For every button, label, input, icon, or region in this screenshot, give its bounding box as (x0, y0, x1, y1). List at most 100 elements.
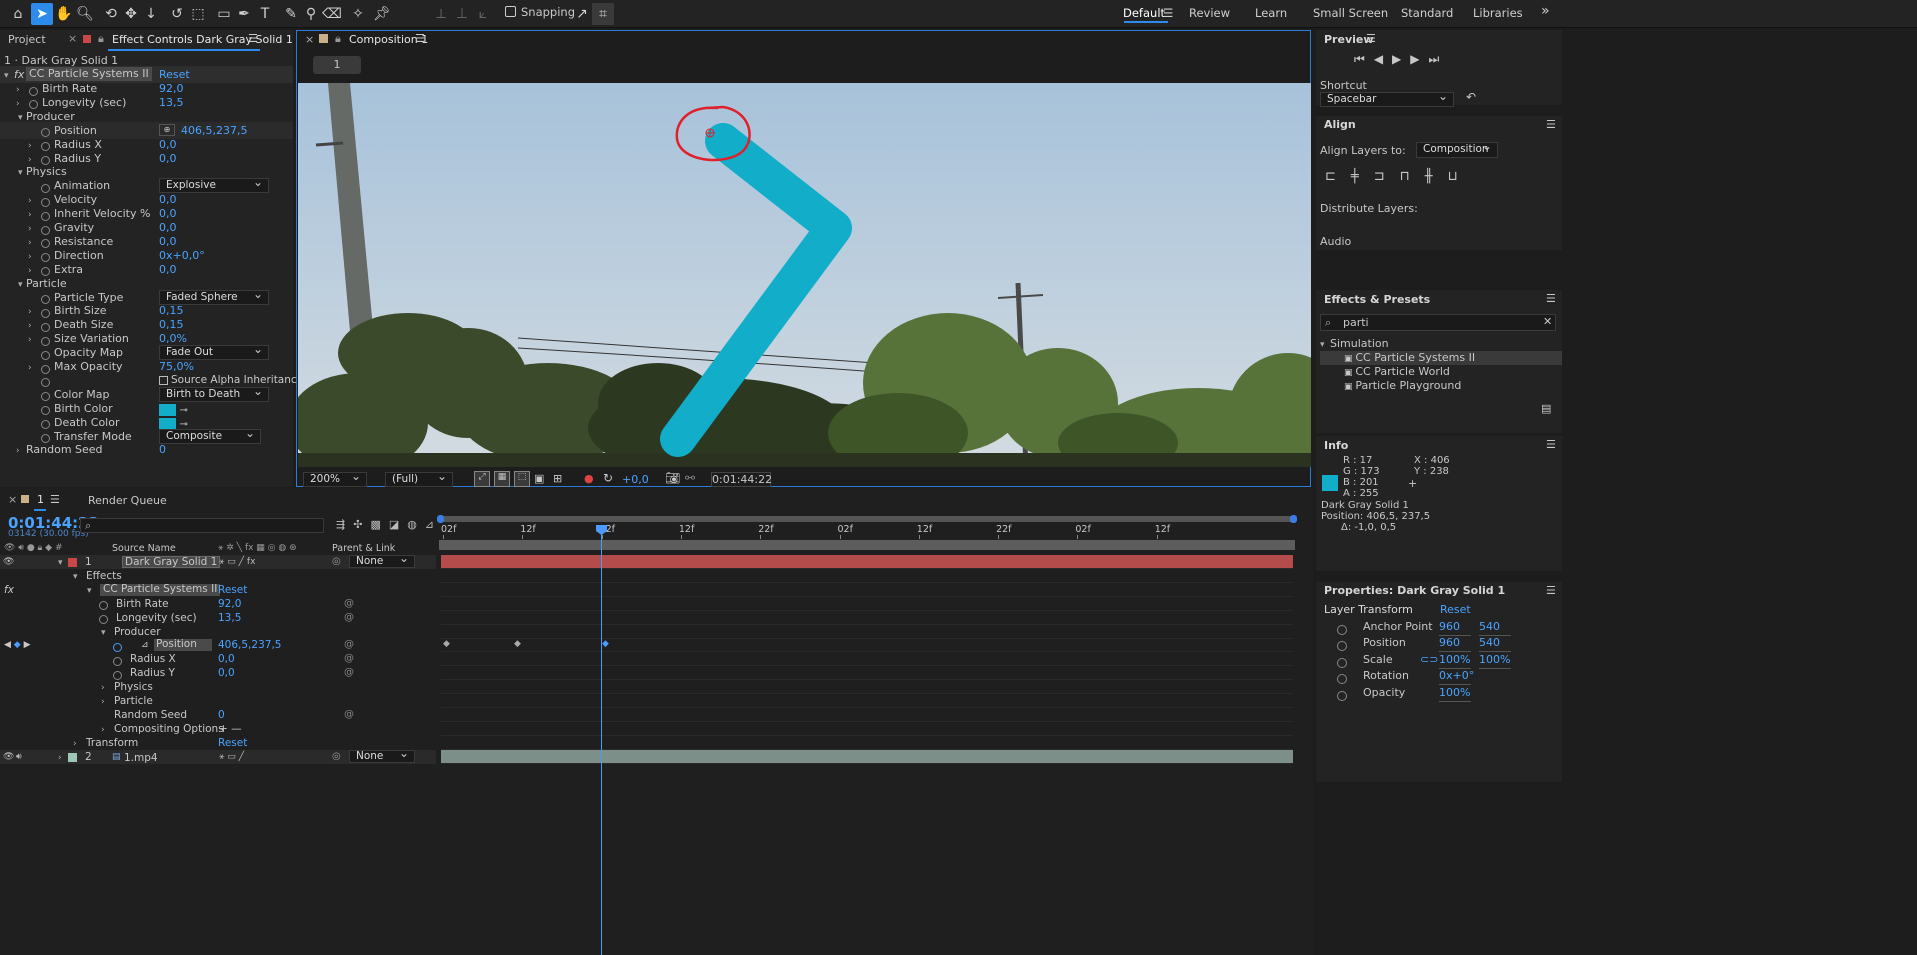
property-value[interactable]: + — (219, 722, 242, 736)
work-area-start-handle[interactable] (437, 515, 444, 523)
keyframe-navigator[interactable]: ◀ ◆ ▶ (4, 638, 31, 652)
clear-search-icon[interactable]: ✕ (1543, 315, 1552, 328)
align-bottom-icon[interactable]: ⊔ (1448, 169, 1473, 184)
align-left-icon[interactable]: ⊏ (1325, 169, 1351, 184)
snap-edges-icon[interactable]: ↗ (571, 3, 593, 25)
timeline-row-dark-gray-solid-1[interactable]: 👁︎ ▾ 1 Dark Gray Solid 1 ⚹ ▭ ╱ fx ◎ None (0, 553, 436, 570)
work-area-end-handle[interactable] (1290, 515, 1297, 523)
align-hcenter-icon[interactable]: ╪ (1351, 169, 1374, 184)
color-channels-icon[interactable]: ● (584, 472, 594, 485)
orbit-tool-icon[interactable]: ⟲ (100, 3, 122, 25)
layer-expand-icon[interactable]: ▾ (58, 555, 68, 570)
workspace-review[interactable]: Review (1189, 6, 1230, 20)
effect-item-particle-playground[interactable]: ▣ Particle Playground (1344, 379, 1461, 392)
playhead-line[interactable] (601, 528, 602, 955)
composition-canvas[interactable] (298, 83, 1311, 467)
property-value[interactable]: 0,0 (218, 666, 235, 680)
parent-dropdown[interactable]: None (349, 748, 415, 763)
effect-item-cc-particle-world[interactable]: ▣ CC Particle World (1344, 365, 1450, 378)
timeline-track[interactable] (441, 680, 1293, 695)
transform-value-1[interactable]: 100% (1439, 685, 1471, 702)
axis-world-icon[interactable]: ⊥ (451, 3, 473, 25)
keyframe-icon[interactable]: ◆ (602, 639, 609, 649)
position-target-icon[interactable]: ⊕ (159, 123, 175, 136)
exposure-value[interactable]: +0,0 (622, 473, 649, 486)
motion-blur-icon[interactable]: ◍ (407, 518, 425, 531)
workspace-overflow-icon[interactable]: » (1541, 3, 1550, 19)
axis-view-icon[interactable]: ⟀ (472, 3, 494, 25)
constrain-proportions-icon[interactable]: ⊂⊃ (1420, 652, 1438, 668)
close-icon[interactable]: × (305, 33, 314, 46)
timeline-track[interactable] (441, 569, 1293, 583)
timeline-track[interactable] (441, 736, 1293, 750)
show-snapshot-icon[interactable]: ⚯ (685, 471, 695, 485)
timeline-row-random-seed[interactable]: Random Seed 0 @ (0, 708, 436, 722)
stopwatch-icon[interactable] (1337, 688, 1351, 704)
workspace-libraries[interactable]: Libraries (1473, 6, 1523, 20)
keyframe-icon[interactable]: ◆ (443, 639, 450, 649)
timeline-row-position[interactable]: ◀ ◆ ▶ ⊿ Position 406,5,237,5 @ (0, 638, 436, 652)
layer-switches[interactable]: ⚹ ▭ ╱ (219, 750, 244, 764)
resolution-dropdown[interactable]: (Full) (385, 470, 453, 487)
parent-pickwhip-icon[interactable]: ◎ (332, 555, 341, 569)
home-icon[interactable]: ⌂ (7, 3, 29, 25)
type-tool-icon[interactable]: T (254, 3, 276, 25)
expression-pickwhip-icon[interactable]: @ (344, 611, 354, 625)
transparency-grid-icon[interactable]: ▦ (494, 471, 510, 487)
workspace-standard[interactable]: Standard (1401, 6, 1453, 20)
rectangle-tool-icon[interactable]: ▭ (213, 3, 235, 25)
next-frame-icon[interactable]: ▶ (1410, 52, 1428, 66)
transform-value-2[interactable]: 540 (1479, 619, 1511, 636)
expression-pickwhip-icon[interactable]: @ (344, 638, 354, 652)
first-frame-icon[interactable]: ⏮ (1354, 52, 1374, 66)
layer-label-color[interactable] (68, 558, 77, 567)
parent-dropdown[interactable]: None (349, 553, 415, 568)
simulation-category[interactable]: ▾ Simulation (1320, 337, 1389, 350)
transform-value-1[interactable]: 100% (1439, 652, 1471, 669)
grid-guides-icon[interactable]: ⊞ (553, 472, 562, 485)
keyframe-icon[interactable]: ◆ (514, 639, 521, 649)
effect-row-random-seed[interactable]: › Random Seed 0 (0, 441, 293, 458)
property-value[interactable]: 92,0 (218, 597, 241, 611)
timeline-row-radius-x[interactable]: Radius X 0,0 @ (0, 652, 436, 666)
draft-3d-icon[interactable]: ✣ (353, 518, 370, 531)
tab-render-queue[interactable]: Render Queue (88, 494, 167, 507)
property-value[interactable]: 406,5,237,5 (218, 638, 281, 652)
hand-tool-icon[interactable]: ✋ (53, 3, 75, 25)
shy-layers-icon[interactable]: ▩ (370, 518, 388, 531)
layer-label-color[interactable] (68, 752, 77, 762)
panel-menu-icon[interactable]: ☰ (248, 32, 258, 45)
tab-effect-controls[interactable]: Effect Controls Dark Gray Solid 1 (112, 33, 293, 46)
timeline-row-particle[interactable]: › Particle (0, 694, 436, 708)
effect-item-cc-particle-systems[interactable]: ▣ CC Particle Systems II (1344, 351, 1475, 364)
zoom-dropdown[interactable]: 200% (303, 470, 367, 487)
selection-tool-icon[interactable]: ➤ (31, 3, 53, 25)
expand-icon[interactable]: › (73, 736, 83, 751)
snapshot-icon[interactable]: 📷︎ (665, 471, 680, 485)
align-top-icon[interactable]: ⊓ (1400, 169, 1425, 184)
transform-value-1[interactable]: 960 (1439, 635, 1471, 653)
expression-pickwhip-icon[interactable]: @ (344, 666, 354, 680)
timeline-track[interactable] (441, 666, 1293, 681)
pan-behind-tool-icon[interactable]: ⬚ (187, 3, 209, 25)
expand-icon[interactable]: › (101, 722, 111, 737)
expand-icon[interactable]: › (16, 441, 26, 460)
workspace-small-screen[interactable]: Small Screen (1313, 6, 1388, 20)
brush-tool-icon[interactable]: ✎ (280, 3, 302, 25)
effect-name[interactable]: CC Particle Systems II (26, 67, 152, 81)
parent-link-header[interactable]: Parent & Link (332, 543, 395, 554)
region-of-interest-icon[interactable]: ▣ (534, 472, 544, 485)
layer-name[interactable]: Dark Gray Solid 1 (122, 556, 221, 568)
layer-bar-video[interactable] (441, 749, 1293, 764)
panel-menu-icon[interactable]: ☰ (50, 493, 60, 506)
timeline-row-physics[interactable]: › Physics (0, 680, 436, 694)
rotate-tool-icon[interactable]: ↺ (166, 3, 188, 25)
reset-exposure-icon[interactable]: ↻ (603, 471, 613, 485)
align-right-icon[interactable]: ⊐ (1374, 169, 1400, 184)
puppet-tool-icon[interactable]: 📌︎ (371, 3, 393, 25)
property-value[interactable]: 13,5 (218, 611, 241, 625)
tab-project[interactable]: Project (8, 33, 46, 46)
axis-local-icon[interactable]: ⟂ (430, 3, 452, 25)
expand-icon[interactable]: › (101, 694, 111, 709)
timeline-row-transform[interactable]: › Transform Reset (0, 736, 436, 750)
